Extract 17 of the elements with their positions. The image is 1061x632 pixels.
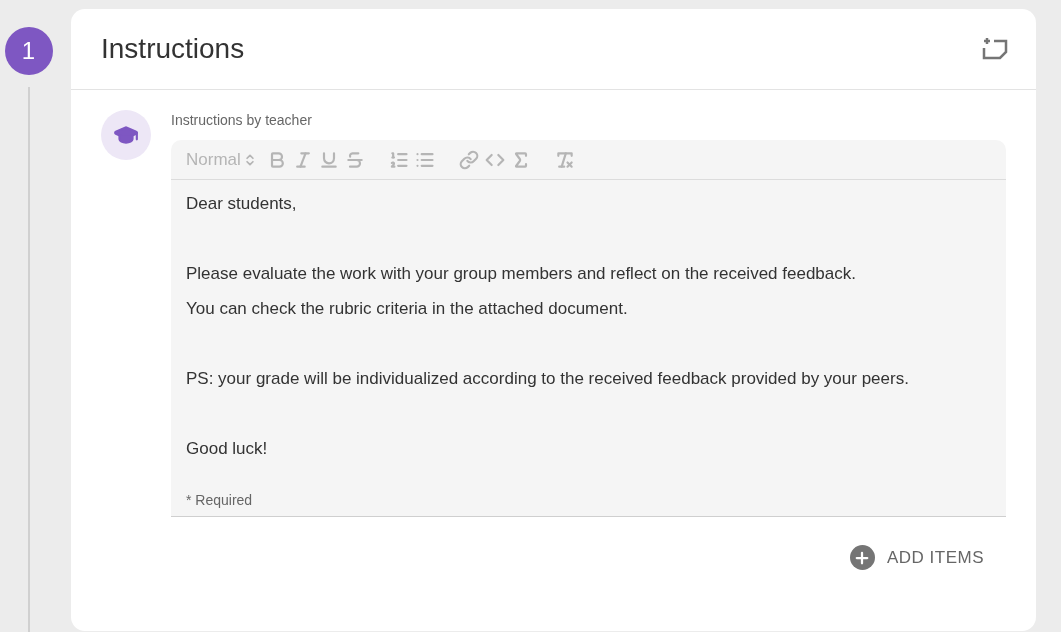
instruction-text: Please evaluate the work with your group members and reflect on the received feedback. <box>186 263 856 285</box>
clear-formatting-icon[interactable] <box>554 149 575 170</box>
link-icon[interactable] <box>458 149 479 170</box>
numbered-list-icon[interactable] <box>388 149 409 170</box>
add-note-icon[interactable] <box>982 37 1010 61</box>
instruction-text: PS: your grade will be individualized according to the received feedback provided by your peers. <box>186 368 909 390</box>
add-items-button[interactable]: ADD ITEMS <box>847 545 986 571</box>
graduation-cap-avatar <box>101 110 151 160</box>
instruction-text: Good luck! <box>186 438 268 460</box>
underline-icon[interactable] <box>318 149 339 170</box>
field-label: Instructions by teacher <box>171 111 313 130</box>
instruction-text: Dear students, <box>186 193 297 215</box>
instruction-text: You can check the rubric criteria in the attached document. <box>186 298 628 320</box>
card-title: Instructions <box>101 32 245 66</box>
required-note: * Required <box>185 491 253 510</box>
strikethrough-icon[interactable] <box>344 149 365 170</box>
step-number: 1 <box>4 27 53 75</box>
